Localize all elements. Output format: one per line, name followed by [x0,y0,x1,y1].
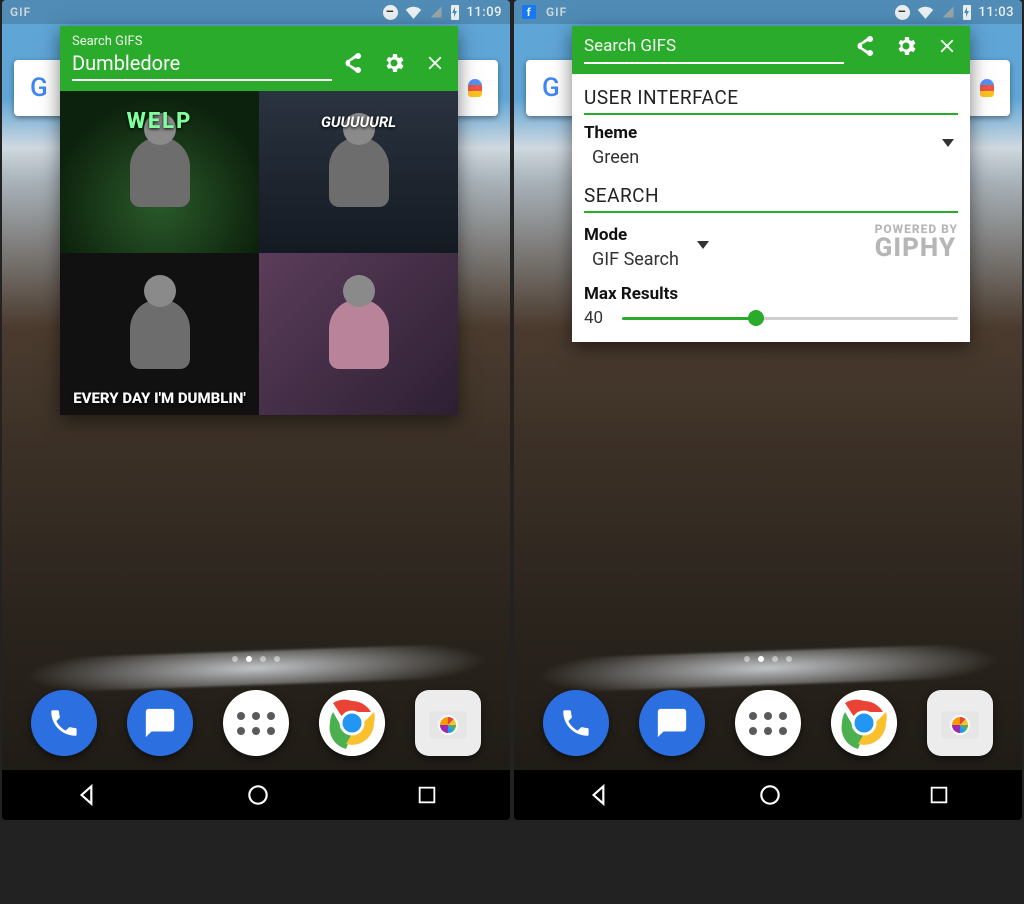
dock [2,690,510,756]
chrome-app[interactable] [831,690,897,756]
max-results-label: Max Results [584,284,958,304]
results-grid: WELP GUUUUURL EVERY DAY I'M DUMBLIN' [60,91,458,415]
gif-result[interactable]: EVERY DAY I'M DUMBLIN' [60,253,259,415]
google-g-icon: G [30,73,48,103]
mode-select[interactable]: GIF Search [584,245,790,280]
nav-recent[interactable] [416,784,438,806]
status-time: 11:09 [467,5,502,20]
gif-caption: WELP [127,109,193,134]
close-icon[interactable] [424,52,446,74]
status-bar: f GIF – 11:03 [514,0,1022,24]
wifi-icon [405,5,422,19]
status-gif-indicator: GIF [546,5,567,19]
status-gif-indicator: GIF [10,5,31,19]
nav-recent[interactable] [928,784,950,806]
page-indicator [514,656,1022,662]
phone-right: f GIF – 11:03 G Search GIFS [514,0,1022,820]
signal-icon [941,5,955,19]
settings-icon[interactable] [894,34,918,58]
nav-back[interactable] [586,782,612,808]
dnd-icon: – [895,5,910,20]
share-icon[interactable] [340,51,364,75]
gif-popup: Search GIFS Dumbledore WELP GUUUUURL [60,26,458,415]
status-bar: GIF – 11:09 [2,0,510,24]
chevron-down-icon [942,139,954,168]
gif-result[interactable]: WELP [60,91,259,253]
nav-back[interactable] [74,782,100,808]
search-field[interactable]: Search GIFS Dumbledore [72,34,332,81]
theme-value: Green [592,147,639,168]
messages-app[interactable] [127,690,193,756]
app-drawer[interactable] [223,690,289,756]
messages-app[interactable] [639,690,705,756]
nav-home[interactable] [757,782,783,808]
wallpaper-river [2,641,510,694]
giphy-attribution: POWERED BY GIPHY [875,221,958,261]
mode-value: GIF Search [592,249,679,270]
close-icon[interactable] [936,35,958,57]
chrome-app[interactable] [319,690,385,756]
search-label: Search GIFS [72,34,332,49]
gif-popup-settings: Search GIFS USER INTERFACE Theme Green S… [572,26,970,342]
settings-icon[interactable] [382,51,406,75]
gif-caption: GUUUUURL [321,113,396,131]
mic-icon[interactable] [468,79,482,97]
section-ui-title: USER INTERFACE [584,86,958,109]
section-search-title: SEARCH [584,184,958,207]
app-drawer[interactable] [735,690,801,756]
settings-body: USER INTERFACE Theme Green SEARCH Mode G… [572,74,970,342]
camera-app[interactable] [415,690,481,756]
max-results-value: 40 [584,308,610,328]
drawer-icon [237,712,275,735]
max-results-slider[interactable] [622,309,958,327]
wallpaper-river [514,641,1022,694]
google-g-icon: G [542,73,560,103]
battery-charging-icon [450,4,460,20]
search-field[interactable]: Search GIFS [584,34,844,64]
mic-icon[interactable] [980,79,994,97]
theme-label: Theme [584,123,958,143]
battery-charging-icon [962,4,972,20]
status-time: 11:03 [979,5,1014,20]
dock [514,690,1022,756]
navbation-bar [2,770,510,820]
share-icon[interactable] [852,34,876,58]
phone-left: GIF – 11:09 G Search GIFS Dumbledore [2,0,510,820]
search-value: Dumbledore [72,51,332,75]
wifi-icon [917,5,934,19]
facebook-notif-icon: f [522,5,536,19]
page-indicator [2,656,510,662]
drawer-icon [749,712,787,735]
chevron-down-icon [697,241,709,270]
popup-header: Search GIFS Dumbledore [60,26,458,91]
gif-result[interactable] [259,253,458,415]
nav-home[interactable] [245,782,271,808]
gif-caption: EVERY DAY I'M DUMBLIN' [73,389,246,407]
navigation-bar [514,770,1022,820]
theme-select[interactable]: Green [584,143,958,178]
phone-app[interactable] [543,690,609,756]
signal-icon [429,5,443,19]
search-placeholder: Search GIFS [584,34,844,58]
dnd-icon: – [383,5,398,20]
phone-app[interactable] [31,690,97,756]
popup-header: Search GIFS [572,26,970,74]
camera-app[interactable] [927,690,993,756]
gif-result[interactable]: GUUUUURL [259,91,458,253]
mode-label: Mode [584,225,790,245]
